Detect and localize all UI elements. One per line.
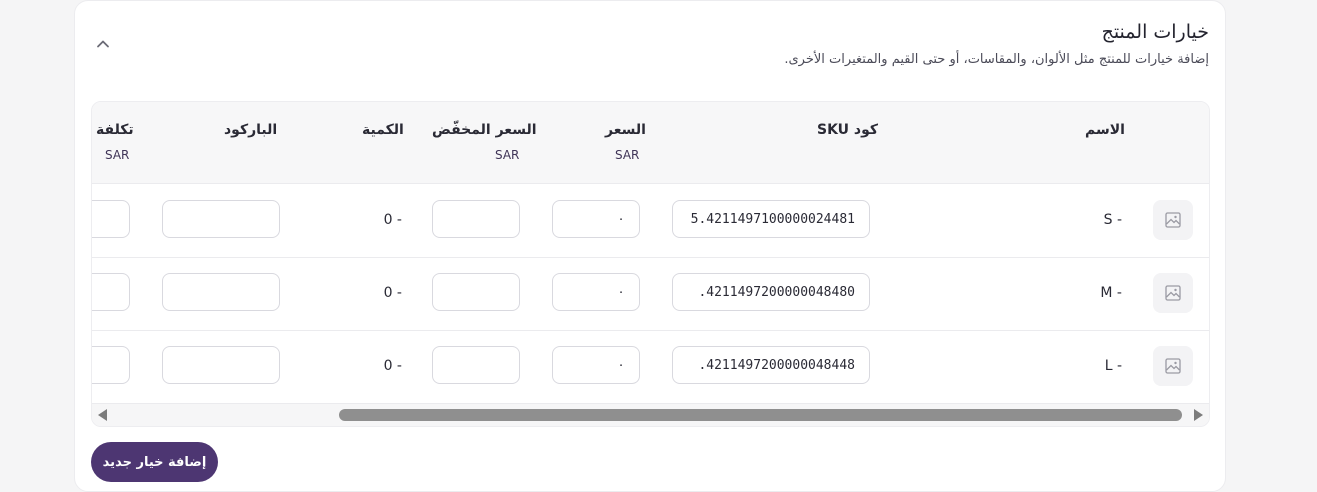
scrollbar-thumb[interactable] xyxy=(339,409,1182,421)
image-placeholder-icon xyxy=(1165,358,1181,374)
price-input[interactable]: ٠ xyxy=(552,200,640,238)
row-name: M - xyxy=(1100,285,1122,301)
table-row: S - 5.4211497100000024481 ٠ 0 - xyxy=(92,184,1209,258)
header-barcode: الباركود xyxy=(224,122,278,138)
quantity-value: 0 - xyxy=(383,212,402,228)
cost-input[interactable] xyxy=(92,200,130,238)
image-placeholder-icon xyxy=(1165,285,1181,301)
collapse-button[interactable] xyxy=(89,31,117,57)
row-image-button[interactable] xyxy=(1153,200,1193,240)
sku-input[interactable]: .4211497200000048480 xyxy=(672,273,870,311)
sku-input[interactable]: .4211497200000048448 xyxy=(672,346,870,384)
scroll-left-icon[interactable] xyxy=(98,409,107,421)
scroll-right-icon[interactable] xyxy=(1194,409,1203,421)
section-title: خيارات المنتج xyxy=(1101,21,1209,43)
row-image-button[interactable] xyxy=(1153,273,1193,313)
header-cost: تكلفة xyxy=(96,122,134,138)
table-row: L - .4211497200000048448 ٠ 0 - xyxy=(92,330,1209,404)
sale-price-input[interactable] xyxy=(432,273,520,311)
sale-price-input[interactable] xyxy=(432,200,520,238)
sku-input[interactable]: 5.4211497100000024481 xyxy=(672,200,870,238)
section-subtitle: إضافة خيارات للمنتج مثل الألوان، والمقاس… xyxy=(784,52,1209,67)
barcode-input[interactable] xyxy=(162,346,280,384)
row-name: L - xyxy=(1104,358,1122,374)
quantity-value: 0 - xyxy=(383,358,402,374)
image-placeholder-icon xyxy=(1165,212,1181,228)
cost-input[interactable] xyxy=(92,346,130,384)
sale-price-input[interactable] xyxy=(432,346,520,384)
barcode-input[interactable] xyxy=(162,273,280,311)
header-sale-price: السعر المخفّض xyxy=(432,122,537,138)
header-sku: كود SKU xyxy=(817,122,879,138)
row-image-button[interactable] xyxy=(1153,346,1193,386)
header-price: السعر xyxy=(605,122,646,138)
header-quantity: الكمية xyxy=(362,122,404,138)
horizontal-scrollbar[interactable] xyxy=(92,404,1209,426)
chevron-up-icon xyxy=(97,40,109,48)
header-cost-currency: SAR xyxy=(105,148,130,162)
quantity-value: 0 - xyxy=(383,285,402,301)
add-option-button[interactable]: إضافة خيار جديد xyxy=(91,442,218,482)
header-sale-currency: SAR xyxy=(495,148,520,162)
price-input[interactable]: ٠ xyxy=(552,346,640,384)
product-options-card: خيارات المنتج إضافة خيارات للمنتج مثل ال… xyxy=(74,0,1226,492)
price-input[interactable]: ٠ xyxy=(552,273,640,311)
table-header: الاسم كود SKU السعر SAR السعر المخفّض SA… xyxy=(92,102,1209,184)
table-row: M - .4211497200000048480 ٠ 0 - xyxy=(92,257,1209,331)
options-table: الاسم كود SKU السعر SAR السعر المخفّض SA… xyxy=(91,101,1210,427)
cost-input[interactable] xyxy=(92,273,130,311)
header-name: الاسم xyxy=(1085,122,1125,138)
row-name: S - xyxy=(1103,212,1122,228)
header-price-currency: SAR xyxy=(615,148,640,162)
barcode-input[interactable] xyxy=(162,200,280,238)
